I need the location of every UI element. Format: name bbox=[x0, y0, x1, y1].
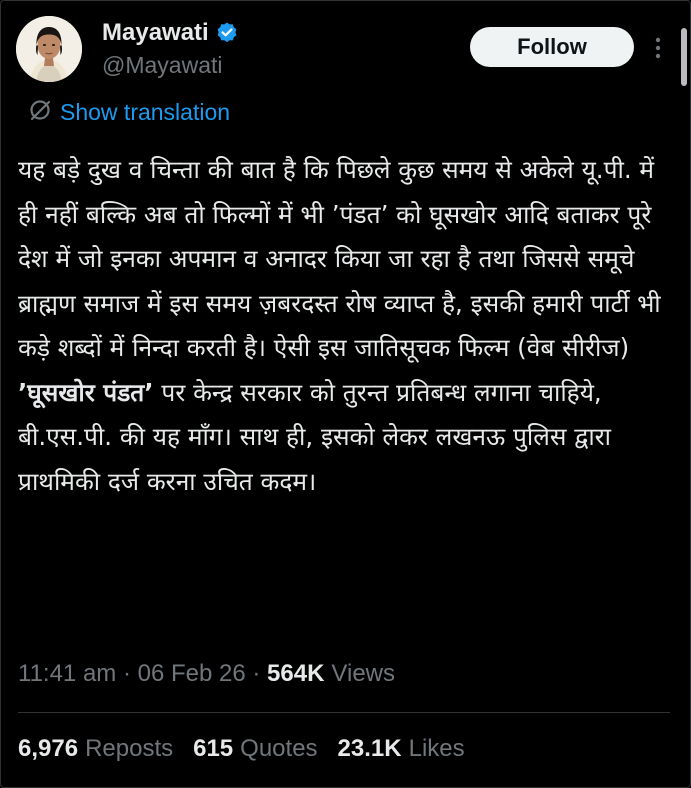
more-vertical-icon[interactable] bbox=[646, 30, 670, 66]
tweet-header: Mayawati @Mayawati Follow bbox=[16, 14, 676, 86]
views-count: 564K bbox=[267, 660, 325, 687]
avatar-portrait-icon bbox=[16, 16, 82, 82]
avatar[interactable] bbox=[16, 16, 82, 82]
scrollbar-thumb[interactable] bbox=[681, 28, 687, 86]
views-label: Views bbox=[331, 660, 396, 687]
show-translation-label[interactable]: Show translation bbox=[60, 99, 230, 126]
author-block: Mayawati @Mayawati bbox=[102, 18, 239, 79]
likes-stat[interactable]: 23.1K Likes bbox=[338, 735, 465, 763]
tweet-text: यह बड़े दुख व चिन्ता की बात है कि पिछले … bbox=[18, 148, 673, 504]
author-handle[interactable]: @Mayawati bbox=[102, 52, 239, 79]
translate-icon bbox=[28, 97, 54, 127]
tweet-date[interactable]: 06 Feb 26 bbox=[138, 660, 246, 688]
tweet-text-bold: ’घूसखोर पंडत’ bbox=[18, 377, 154, 407]
reposts-stat[interactable]: 6,976 Reposts bbox=[18, 735, 173, 763]
likes-label: Likes bbox=[408, 735, 465, 762]
reposts-count: 6,976 bbox=[18, 735, 79, 762]
display-name[interactable]: Mayawati bbox=[102, 19, 209, 47]
tweet-text-part1: यह बड़े दुख व चिन्ता की बात है कि पिछले … bbox=[18, 155, 661, 362]
tweet-meta: 11:41 am · 06 Feb 26 · 564K Views bbox=[18, 658, 395, 690]
quotes-stat[interactable]: 615 Quotes bbox=[193, 735, 317, 763]
divider bbox=[18, 712, 670, 713]
meta-separator: · bbox=[245, 660, 268, 687]
reposts-label: Reposts bbox=[85, 735, 174, 762]
tweet-time[interactable]: 11:41 am bbox=[18, 660, 116, 688]
engagement-stats: 6,976 Reposts 615 Quotes 23.1K Likes bbox=[18, 733, 485, 765]
quotes-count: 615 bbox=[193, 735, 234, 762]
display-name-row: Mayawati bbox=[102, 18, 239, 48]
likes-count: 23.1K bbox=[337, 735, 402, 762]
meta-separator: · bbox=[116, 660, 138, 687]
show-translation-link[interactable]: Show translation bbox=[28, 96, 230, 128]
verified-badge-icon[interactable] bbox=[215, 21, 239, 45]
quotes-label: Quotes bbox=[240, 735, 318, 762]
follow-button[interactable]: Follow bbox=[470, 27, 634, 67]
